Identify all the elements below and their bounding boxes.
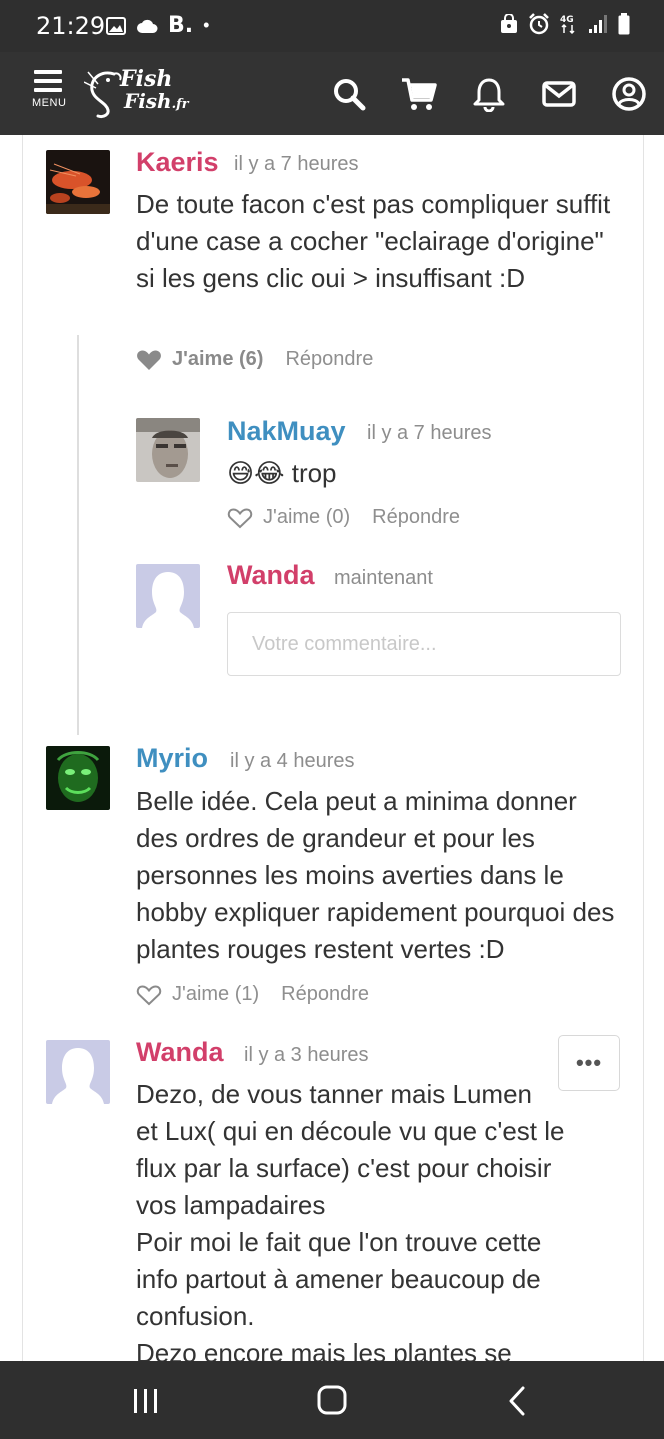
comment-actions: J'aime (0) Répondre xyxy=(227,506,460,529)
recent-apps-icon[interactable] xyxy=(126,1383,166,1419)
site-logo[interactable]: Fish Fish.fr xyxy=(84,64,194,124)
reply-link[interactable]: Répondre xyxy=(285,348,373,371)
comment-line: et Lux( qui en découle vu que c'est le xyxy=(136,1116,565,1146)
like-label: J'aime (0) xyxy=(263,506,351,528)
comment-author[interactable]: Wanda xyxy=(136,1037,224,1068)
network-4g-icon: 4G xyxy=(560,15,575,35)
comment-time[interactable]: il y a 7 heures xyxy=(367,422,492,445)
comment-author[interactable]: NakMuay xyxy=(227,416,346,447)
app-header: MENU Fish Fish.fr xyxy=(0,52,664,135)
comment-line: info partout à amener beaucoup de xyxy=(136,1264,541,1294)
comment-input[interactable] xyxy=(228,613,620,675)
comment-time[interactable]: il y a 4 heures xyxy=(230,750,355,773)
heart-outline-icon xyxy=(136,984,162,1005)
comment-author[interactable]: Wanda xyxy=(227,560,315,591)
like-button[interactable]: J'aime (0) xyxy=(227,506,350,529)
heart-filled-icon xyxy=(137,350,161,370)
reply-link[interactable]: Répondre xyxy=(281,983,369,1006)
like-button[interactable]: J'aime (6) xyxy=(136,348,263,371)
comment-actions: J'aime (1) Répondre xyxy=(136,983,369,1006)
emoji-laugh-icon: 😅😂 xyxy=(227,459,285,489)
comment-line: Dezo encore mais les plantes se xyxy=(136,1338,512,1361)
user-account-icon[interactable] xyxy=(611,76,647,112)
thread-line xyxy=(77,335,79,735)
signal-icon xyxy=(589,15,607,33)
search-icon[interactable] xyxy=(331,76,367,112)
home-icon[interactable] xyxy=(312,1383,352,1419)
status-time: 21:29 xyxy=(36,12,106,40)
hamburger-icon xyxy=(32,70,74,92)
bell-icon[interactable] xyxy=(471,76,507,112)
heart-outline-icon xyxy=(227,507,253,528)
green-face-avatar xyxy=(46,746,110,810)
person-photo-avatar xyxy=(136,418,200,482)
avatar[interactable] xyxy=(46,746,110,810)
comment-author[interactable]: Myrio xyxy=(136,743,208,774)
comment-line: Dezo, de vous tanner mais Lumen xyxy=(136,1079,532,1109)
comment-time[interactable]: il y a 7 heures xyxy=(234,153,359,176)
cart-icon[interactable] xyxy=(401,76,437,112)
comment-body: trop xyxy=(291,458,337,488)
comment-text: 😅😂 trop xyxy=(227,455,607,493)
status-bar: 21:29 B. • 4G xyxy=(0,0,664,52)
comment-author[interactable]: Kaeris xyxy=(136,147,219,178)
avatar[interactable] xyxy=(46,1040,110,1104)
notification-dot: • xyxy=(203,15,210,35)
cloud-icon xyxy=(137,19,158,33)
avatar[interactable] xyxy=(46,150,110,214)
reply-link[interactable]: Répondre xyxy=(372,506,460,529)
comment-actions: J'aime (6) Répondre xyxy=(136,348,373,371)
back-icon[interactable] xyxy=(498,1383,538,1419)
carrier-letter: B. xyxy=(168,13,194,38)
shrimp-logo-icon xyxy=(84,71,122,118)
status-right-icons: 4G xyxy=(500,13,630,35)
shrimp-photo-avatar xyxy=(46,150,110,214)
comment-time[interactable]: il y a 3 heures xyxy=(244,1044,369,1067)
comment-line: flux par la surface) c'est pour choisir xyxy=(136,1153,552,1183)
default-avatar-icon xyxy=(46,1040,110,1104)
comment-time: maintenant xyxy=(334,567,433,589)
lock-icon xyxy=(501,14,517,33)
like-button[interactable]: J'aime (1) xyxy=(136,983,259,1006)
comment-line: vos lampadaires xyxy=(136,1190,326,1220)
svg-text:4G: 4G xyxy=(560,15,574,25)
menu-label: MENU xyxy=(32,97,67,109)
comments-list: Kaeris il y a 7 heures De toute facon c'… xyxy=(22,135,644,1361)
comment-line: confusion. xyxy=(136,1301,255,1331)
comment-text: Dezo, de vous tanner mais Lumen et Lux( … xyxy=(136,1076,616,1361)
comment-input-box[interactable] xyxy=(227,612,621,676)
like-label: J'aime (1) xyxy=(172,983,260,1005)
alarm-icon xyxy=(529,13,549,35)
default-avatar-icon xyxy=(136,564,200,628)
menu-button[interactable]: MENU xyxy=(32,70,74,120)
comment-line: Poir moi le fait que l'on trouve cette xyxy=(136,1227,542,1257)
battery-icon xyxy=(618,13,630,35)
avatar[interactable] xyxy=(136,418,200,482)
like-label: J'aime (6) xyxy=(172,348,264,370)
comment-text: Belle idée. Cela peut a minima donner de… xyxy=(136,786,615,964)
envelope-icon[interactable] xyxy=(541,76,577,112)
system-nav-bar xyxy=(0,1361,664,1439)
status-left-icons: B. • xyxy=(106,13,209,38)
logo-text-line2: Fish.fr xyxy=(124,89,189,113)
gallery-icon xyxy=(106,16,126,35)
comment-text: De toute facon c'est pas compliquer suff… xyxy=(136,189,611,293)
avatar xyxy=(136,564,200,628)
